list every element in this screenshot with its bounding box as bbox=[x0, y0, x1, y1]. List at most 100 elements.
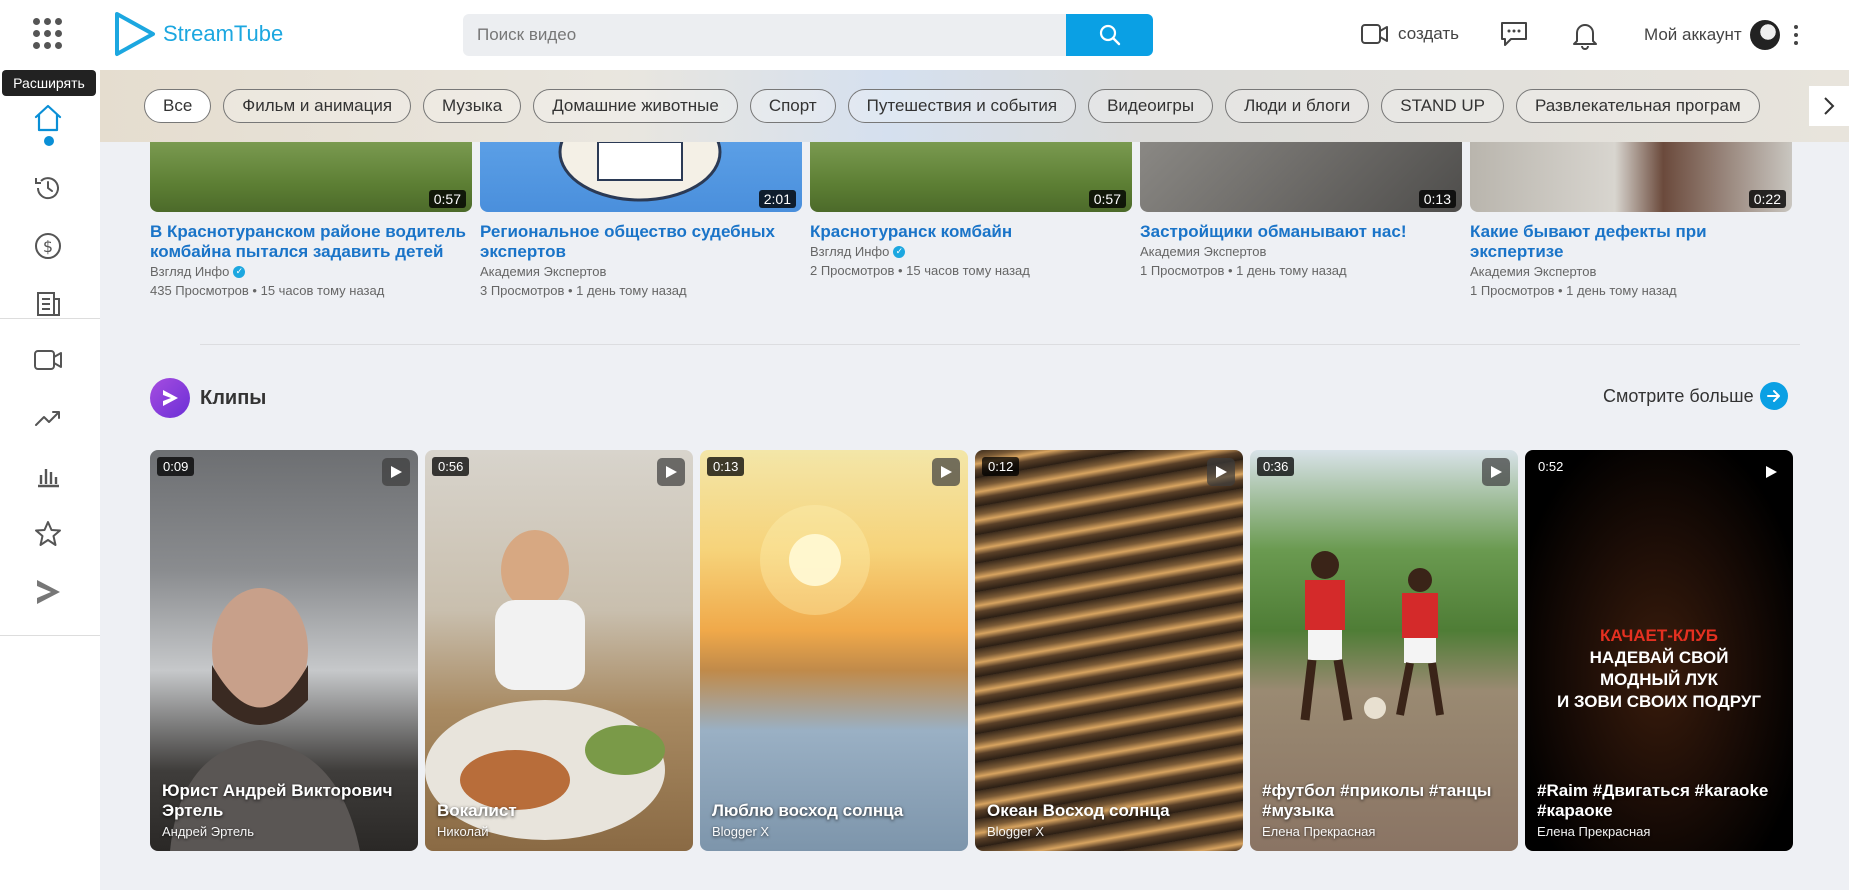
clips-title: Клипы bbox=[200, 386, 267, 409]
video-thumbnail[interactable]: 0:22 bbox=[1470, 142, 1792, 212]
video-card[interactable]: 0:22 Какие бывают дефекты при экспертизе… bbox=[1470, 142, 1792, 298]
clips-row: 0:09 Юрист Андрей Викторович Эртель Андр… bbox=[150, 450, 1793, 851]
video-title[interactable]: Краснотуранск комбайн bbox=[810, 222, 1132, 242]
video-thumbnail[interactable]: 2:01 bbox=[480, 142, 802, 212]
chip-games[interactable]: Видеоигры bbox=[1088, 89, 1214, 123]
chip-entertainment[interactable]: Развлекательная програм bbox=[1515, 89, 1760, 123]
video-card[interactable]: 2:01 Региональное общество судебных эксп… bbox=[480, 142, 802, 298]
clip-duration: 0:56 bbox=[432, 457, 470, 476]
clip-card[interactable]: 0:52 КАЧАЕТ-КЛУБ НАДЕВАЙ СВОЙ МОДНЫЙ ЛУК… bbox=[1525, 450, 1793, 851]
create-button[interactable]: создать bbox=[1360, 22, 1459, 46]
channel-name: Академия Экспертов bbox=[480, 264, 607, 279]
clip-info: Люблю восход солнца Blogger X bbox=[712, 801, 958, 839]
account-label: Мой аккаунт bbox=[1644, 25, 1742, 44]
star-icon bbox=[35, 521, 61, 546]
chip-people[interactable]: Люди и блоги bbox=[1225, 89, 1370, 123]
duration-badge: 0:57 bbox=[1088, 190, 1126, 208]
history-icon bbox=[35, 177, 59, 200]
video-meta: 1 Просмотров • 1 день тому назад bbox=[1140, 263, 1347, 278]
chip-all[interactable]: Все bbox=[144, 89, 212, 123]
video-title[interactable]: В Краснотуранском районе водитель комбай… bbox=[150, 222, 472, 262]
verified-icon: ✓ bbox=[233, 265, 246, 278]
search-bar bbox=[463, 14, 1153, 56]
channel-name: Академия Экспертов bbox=[1470, 264, 1597, 279]
clip-card[interactable]: 0:09 Юрист Андрей Викторович Эртель Андр… bbox=[150, 450, 418, 851]
clip-author: Blogger X bbox=[987, 824, 1045, 839]
logo[interactable]: StreamTube bbox=[113, 10, 283, 58]
video-card[interactable]: 0:57 Краснотуранск комбайн Взгляд Инфо ✓ … bbox=[810, 142, 1132, 298]
clip-title: Океан Восход солнца bbox=[987, 801, 1170, 820]
video-channel[interactable]: Академия Экспертов bbox=[480, 264, 802, 279]
channel-name: Взгляд Инфо bbox=[810, 244, 890, 259]
video-title[interactable]: Региональное общество судебных экспертов bbox=[480, 222, 802, 262]
video-channel[interactable]: Академия Экспертов bbox=[1470, 264, 1792, 279]
video-card[interactable]: 0:57 В Краснотуранском районе водитель к… bbox=[150, 142, 472, 298]
clip-play-icon[interactable] bbox=[382, 458, 410, 486]
category-chips-bar: Все Фильм и анимация Музыка Домашние жив… bbox=[100, 70, 1849, 142]
chevron-right-icon bbox=[1824, 97, 1835, 115]
promo-line: НАДЕВАЙ СВОЙ bbox=[1589, 648, 1729, 667]
video-title[interactable]: Застройщики обманывают нас! bbox=[1140, 222, 1462, 242]
clip-duration: 0:09 bbox=[157, 457, 195, 476]
sidebar-item-news[interactable] bbox=[30, 286, 66, 322]
chip-pets[interactable]: Домашние животные bbox=[533, 89, 738, 123]
svg-text:$: $ bbox=[43, 237, 53, 256]
promo-line: МОДНЫЙ ЛУК bbox=[1599, 670, 1718, 689]
more-vertical-icon[interactable] bbox=[1793, 25, 1798, 45]
chip-standup[interactable]: STAND UP bbox=[1381, 89, 1504, 123]
sidebar-item-home[interactable] bbox=[30, 100, 66, 136]
clip-play-icon[interactable] bbox=[657, 458, 685, 486]
clip-duration: 0:52 bbox=[1538, 459, 1564, 474]
messages-icon[interactable] bbox=[1499, 20, 1529, 48]
sidebar-item-favorites[interactable] bbox=[30, 516, 66, 552]
chips-next-button[interactable] bbox=[1809, 86, 1849, 126]
sidebar-item-videos[interactable] bbox=[30, 342, 66, 378]
clip-play-icon[interactable] bbox=[1207, 458, 1235, 486]
chip-travel[interactable]: Путешествия и события bbox=[847, 89, 1077, 123]
clip-card[interactable]: 0:36 #футбол #приколы #танцы #музыка Еле… bbox=[1250, 450, 1518, 851]
clip-title: #Raim #Двигаться #karaoke #караоке bbox=[1537, 781, 1769, 820]
clip-card[interactable]: 0:56 Вокалист Николай bbox=[425, 450, 693, 851]
trending-icon bbox=[35, 411, 60, 426]
duration-badge: 0:22 bbox=[1748, 190, 1786, 208]
clip-play-icon[interactable] bbox=[1482, 458, 1510, 486]
clip-card[interactable]: 0:12 Океан Восход солнца Blogger X bbox=[975, 450, 1243, 851]
clip-title: Люблю восход солнца bbox=[712, 801, 904, 820]
sidebar-item-trending[interactable] bbox=[30, 400, 66, 436]
chip-film[interactable]: Фильм и анимация bbox=[223, 89, 412, 123]
video-thumbnail[interactable]: 0:57 bbox=[810, 142, 1132, 212]
dollar-icon: $ bbox=[35, 233, 61, 259]
account-menu[interactable]: Мой аккаунт bbox=[1644, 20, 1798, 50]
clip-play-icon[interactable] bbox=[932, 458, 960, 486]
video-channel[interactable]: Академия Экспертов bbox=[1140, 244, 1462, 259]
clip-promo-text: КАЧАЕТ-КЛУБ НАДЕВАЙ СВОЙ МОДНЫЙ ЛУК И ЗО… bbox=[1525, 625, 1793, 713]
clip-play-icon[interactable] bbox=[1757, 458, 1785, 486]
clip-card[interactable]: 0:13 Люблю восход солнца Blogger X bbox=[700, 450, 968, 851]
video-channel[interactable]: Взгляд Инфо ✓ bbox=[810, 244, 1132, 259]
video-meta: 2 Просмотров • 15 часов тому назад bbox=[810, 263, 1030, 278]
section-divider bbox=[200, 344, 1800, 345]
search-button[interactable] bbox=[1066, 14, 1153, 56]
sidebar-item-monetization[interactable]: $ bbox=[30, 228, 66, 264]
see-more-link[interactable]: Смотрите больше bbox=[1603, 382, 1788, 410]
apps-grid-icon[interactable] bbox=[33, 18, 65, 50]
chip-sport[interactable]: Спорт bbox=[749, 89, 836, 123]
bell-icon[interactable] bbox=[1571, 20, 1599, 50]
video-card[interactable]: 0:13 Застройщики обманывают нас! Академи… bbox=[1140, 142, 1462, 298]
clip-author: Елена Прекрасная bbox=[1537, 824, 1651, 839]
video-meta: 435 Просмотров • 15 часов тому назад bbox=[150, 283, 385, 298]
channel-name: Академия Экспертов bbox=[1140, 244, 1267, 259]
chip-music[interactable]: Музыка bbox=[423, 89, 522, 123]
video-thumbnail[interactable]: 0:57 bbox=[150, 142, 472, 212]
sidebar-item-clips[interactable] bbox=[30, 574, 66, 610]
video-thumbnail[interactable]: 0:13 bbox=[1140, 142, 1462, 212]
verified-icon: ✓ bbox=[893, 245, 906, 258]
video-title[interactable]: Какие бывают дефекты при экспертизе bbox=[1470, 222, 1792, 262]
clip-duration: 0:12 bbox=[982, 457, 1020, 476]
sidebar-item-history[interactable] bbox=[30, 170, 66, 206]
video-channel[interactable]: Взгляд Инфо ✓ bbox=[150, 264, 472, 279]
sidebar-item-stats[interactable] bbox=[30, 458, 66, 494]
chart-icon bbox=[38, 469, 59, 488]
search-input[interactable] bbox=[463, 14, 1066, 56]
video-row: 0:57 В Краснотуранском районе водитель к… bbox=[150, 142, 1792, 298]
